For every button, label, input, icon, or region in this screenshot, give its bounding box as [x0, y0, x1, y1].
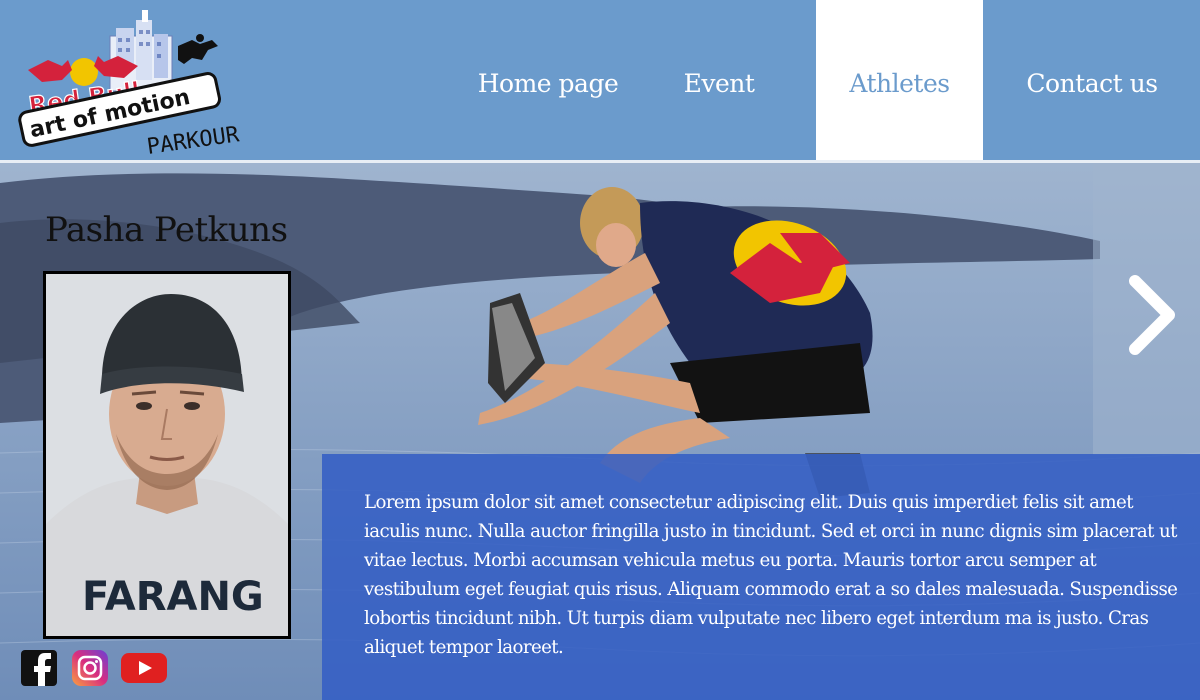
site-header: Red Bull art of motion PARKOUR Home page…	[0, 0, 1200, 160]
bio-panel: Lorem ipsum dolor sit amet consectetur a…	[322, 454, 1200, 700]
nav-contact[interactable]: Contact us	[1000, 0, 1184, 160]
nav-athletes[interactable]: Athletes	[816, 0, 983, 160]
facebook-icon[interactable]	[21, 650, 57, 686]
red-bull-art-of-motion-logo[interactable]: Red Bull art of motion PARKOUR	[18, 8, 250, 160]
nav-home[interactable]: Home page	[468, 0, 628, 160]
chevron-right-icon	[1129, 275, 1175, 355]
svg-text:FARANG: FARANG	[82, 574, 264, 620]
svg-text:PARKOUR: PARKOUR	[145, 122, 241, 158]
youtube-icon[interactable]	[121, 650, 167, 686]
athlete-portrait: FARANG	[43, 271, 291, 639]
instagram-icon[interactable]	[72, 650, 108, 686]
athlete-name: Pasha Petkuns	[45, 210, 288, 250]
next-athlete-button[interactable]	[1093, 163, 1200, 455]
athlete-bio: Lorem ipsum dolor sit amet consectetur a…	[364, 492, 1178, 658]
nav-event[interactable]: Event	[648, 0, 790, 160]
